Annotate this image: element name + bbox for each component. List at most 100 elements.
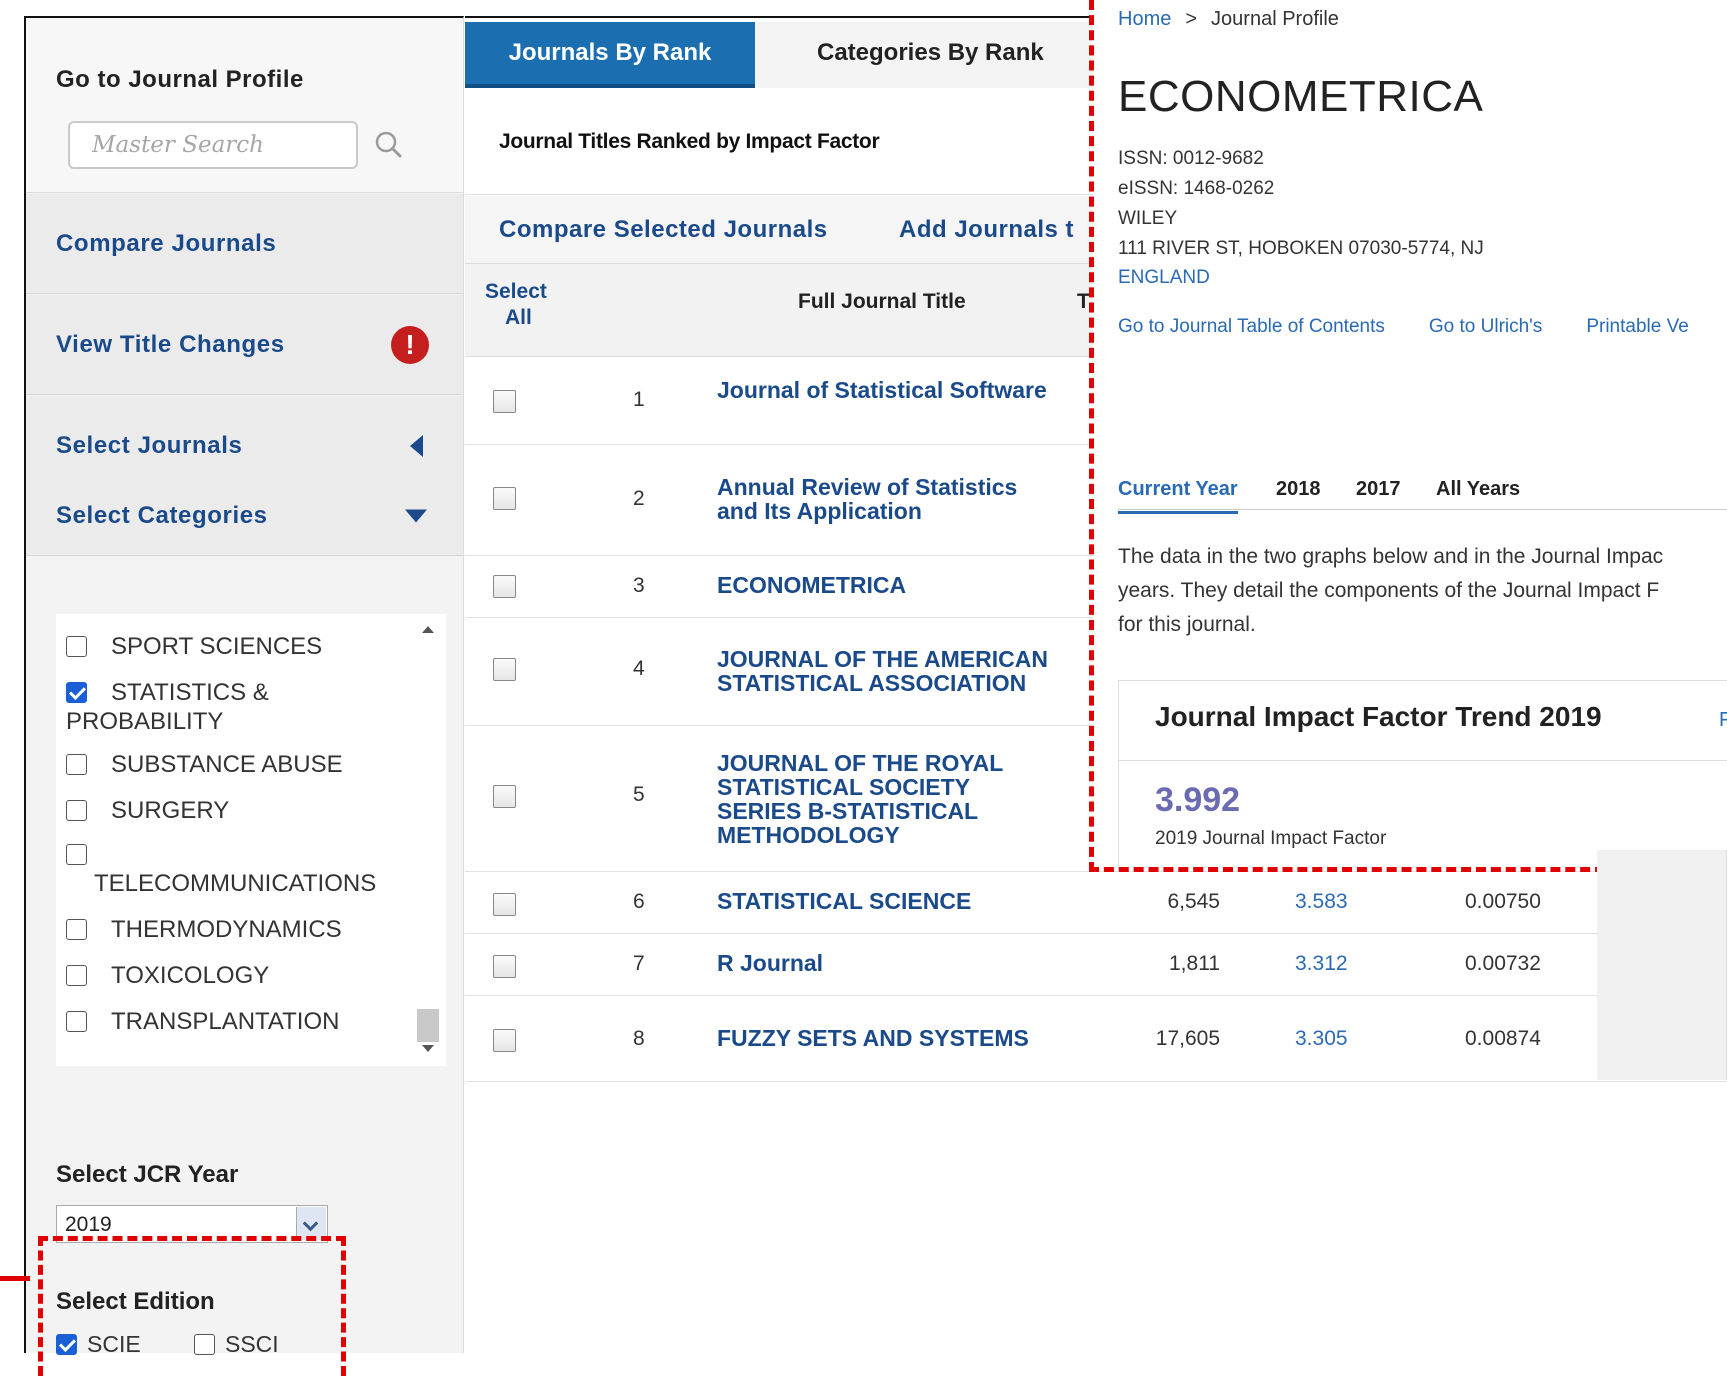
category-sport-sciences[interactable]: SPORT SCIENCES <box>66 632 322 661</box>
scrollbar-thumb[interactable] <box>417 1009 439 1042</box>
printable-version-link[interactable]: Printable Ve <box>1586 316 1688 337</box>
view-title-changes-label: View Title Changes <box>56 330 285 358</box>
compare-journals-item[interactable]: Compare Journals <box>26 194 463 294</box>
category-list: SPORT SCIENCES STATISTICS & PROBABILITY S… <box>56 614 446 1066</box>
tab-2018[interactable]: 2018 <box>1276 478 1321 501</box>
compare-selected-journals-link[interactable]: Compare Selected Journals <box>499 216 828 244</box>
breadcrumb-current: Journal Profile <box>1211 8 1339 30</box>
go-to-journal-profile-panel: Go to Journal Profile <box>26 18 463 193</box>
row-checkbox[interactable] <box>493 785 516 808</box>
total-cites-value: 17,605 <box>1155 1027 1220 1050</box>
select-journals-label: Select Journals <box>56 431 243 459</box>
category-surgery[interactable]: SURGERY <box>66 796 229 825</box>
checkbox[interactable] <box>66 1011 87 1032</box>
total-cites-value: 1,811 <box>1169 952 1220 975</box>
total-cites-value: 6,545 <box>1167 890 1220 913</box>
eigenfactor-value: 0.00732 <box>1465 952 1541 975</box>
impact-factor-link[interactable]: 3.583 <box>1295 890 1348 914</box>
edition-label: SSCI <box>225 1331 279 1357</box>
row-checkbox[interactable] <box>493 1029 516 1052</box>
publisher: WILEY <box>1118 208 1178 229</box>
eigenfactor-value: 0.00750 <box>1465 890 1541 913</box>
row-checkbox[interactable] <box>493 893 516 916</box>
edition-label: SCIE <box>87 1331 141 1357</box>
category-toxicology[interactable]: TOXICOLOGY <box>66 961 269 990</box>
checkbox[interactable] <box>66 919 87 940</box>
checkbox[interactable] <box>66 800 87 821</box>
category-transplantation[interactable]: TRANSPLANTATION <box>66 1007 339 1036</box>
publisher-address: 111 RIVER ST, HOBOKEN 07030-5774, NJ <box>1118 238 1484 259</box>
impact-factor-caption: 2019 Journal Impact Factor <box>1155 828 1387 849</box>
row-rank: 8 <box>633 1027 645 1050</box>
journal-title-link[interactable]: Annual Review of Statistics and Its Appl… <box>717 475 1062 523</box>
total-cites-header[interactable]: T <box>1077 290 1090 314</box>
edition-scie[interactable]: SCIE <box>56 1331 141 1358</box>
add-journals-link[interactable]: Add Journals t <box>899 216 1074 244</box>
select-all-header-line2[interactable]: All <box>505 306 532 330</box>
eissn: eISSN: 1468-0262 <box>1118 178 1275 199</box>
journal-title-link[interactable]: ECONOMETRICA <box>717 573 1057 597</box>
compare-journals-label: Compare Journals <box>56 229 277 257</box>
master-search-input[interactable] <box>68 121 358 169</box>
tab-2017[interactable]: 2017 <box>1356 478 1401 501</box>
journal-title-link[interactable]: FUZZY SETS AND SYSTEMS <box>717 1026 1057 1050</box>
scroll-down-arrow-icon[interactable] <box>422 1045 434 1052</box>
row-checkbox[interactable] <box>493 658 516 681</box>
select-jcr-year-title: Select JCR Year <box>56 1161 239 1188</box>
ulrichs-link[interactable]: Go to Ulrich's <box>1429 316 1542 337</box>
checkbox-checked[interactable] <box>56 1334 77 1355</box>
category-statistics-probability[interactable]: STATISTICS & PROBABILITY <box>66 678 269 736</box>
category-substance-abuse[interactable]: SUBSTANCE ABUSE <box>66 750 343 779</box>
view-title-changes-item[interactable]: View Title Changes ! <box>26 295 463 395</box>
category-scrollbar[interactable] <box>416 614 440 1066</box>
trend-card-link[interactable]: F <box>1719 709 1727 732</box>
edition-ssci[interactable]: SSCI <box>194 1331 279 1358</box>
table-row[interactable]: 8 FUZZY SETS AND SYSTEMS 17,605 3.305 0.… <box>465 997 1727 1082</box>
breadcrumb-home-link[interactable]: Home <box>1118 8 1171 30</box>
search-icon[interactable] <box>372 128 406 162</box>
row-checkbox[interactable] <box>493 955 516 978</box>
country-link[interactable]: ENGLAND <box>1118 267 1210 289</box>
journal-title: ECONOMETRICA <box>1118 72 1484 121</box>
impact-factor-value: 3.992 <box>1155 781 1241 819</box>
jcr-year-value: 2019 <box>65 1213 112 1236</box>
highlight-pointer <box>0 1276 30 1281</box>
full-journal-title-header[interactable]: Full Journal Title <box>798 290 966 314</box>
checkbox[interactable] <box>66 844 87 865</box>
checkbox[interactable] <box>66 636 87 657</box>
row-checkbox[interactable] <box>493 575 516 598</box>
checkbox-checked[interactable] <box>66 682 87 703</box>
select-all-header[interactable]: Select <box>485 280 547 304</box>
journal-title-link[interactable]: JOURNAL OF THE ROYAL STATISTICAL SOCIETY… <box>717 751 1017 847</box>
checkbox[interactable] <box>66 965 87 986</box>
journal-toc-link[interactable]: Go to Journal Table of Contents <box>1118 316 1385 337</box>
journal-title-link[interactable]: R Journal <box>717 951 1057 975</box>
row-checkbox[interactable] <box>493 487 516 510</box>
category-telecommunications[interactable]: TELECOMMUNICATIONS <box>66 840 376 898</box>
trend-card-title: Journal Impact Factor Trend 2019 <box>1155 701 1602 732</box>
journal-title-link[interactable]: JOURNAL OF THE AMERICAN STATISTICAL ASSO… <box>717 647 1057 695</box>
journal-title-link[interactable]: Journal of Statistical Software <box>717 378 1057 402</box>
tab-journals-by-rank[interactable]: Journals By Rank <box>465 22 755 88</box>
category-label: SPORT SCIENCES <box>111 633 323 660</box>
select-categories-item[interactable]: Select Categories <box>26 476 463 556</box>
category-label: SURGERY <box>111 797 230 824</box>
scroll-up-arrow-icon[interactable] <box>422 626 434 633</box>
checkbox[interactable] <box>66 754 87 775</box>
breadcrumb-separator: > <box>1185 8 1198 30</box>
impact-factor-link[interactable]: 3.312 <box>1295 952 1348 976</box>
journal-title-link[interactable]: STATISTICAL SCIENCE <box>717 889 1057 913</box>
table-row[interactable]: 7 R Journal 1,811 3.312 0.00732 <box>465 935 1727 996</box>
tab-divider <box>1118 509 1727 510</box>
table-row[interactable]: 6 STATISTICAL SCIENCE 6,545 3.583 0.0075… <box>465 873 1727 934</box>
impact-factor-link[interactable]: 3.305 <box>1295 1027 1348 1051</box>
checkbox[interactable] <box>194 1334 215 1355</box>
caret-left-icon <box>410 434 423 457</box>
category-thermodynamics[interactable]: THERMODYNAMICS <box>66 915 342 944</box>
tab-all-years[interactable]: All Years <box>1436 478 1520 501</box>
caret-down-icon <box>405 509 427 522</box>
divider <box>1119 760 1727 761</box>
row-checkbox[interactable] <box>493 390 516 413</box>
impact-factor-trend-card: Journal Impact Factor Trend 2019 F 3.992… <box>1118 680 1727 870</box>
journal-profile-overlay: Home > Journal Profile ECONOMETRICA ISSN: … <box>1093 0 1727 870</box>
